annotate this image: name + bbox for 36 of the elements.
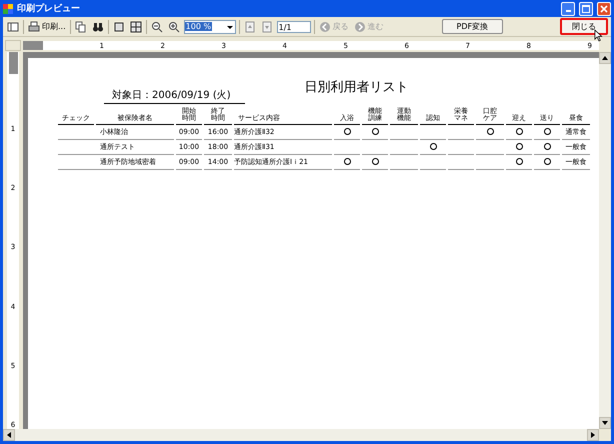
down-page-icon	[260, 20, 273, 32]
right-arrow-icon[interactable]	[591, 432, 595, 438]
copy-icon	[74, 20, 87, 32]
close-button[interactable]: 閉じる	[560, 18, 608, 35]
report-title: 日別利用者リスト	[304, 79, 409, 96]
zoom-dropdown[interactable]: 100 %	[184, 20, 236, 34]
window-title: 印刷プレビュー	[17, 2, 81, 15]
binoculars-icon	[92, 20, 104, 32]
single-page-icon	[112, 20, 125, 32]
ruler-margin-marker	[8, 52, 18, 74]
ruler-corner	[5, 40, 21, 51]
zoom-in-icon	[168, 20, 180, 32]
minimize-button[interactable]	[561, 2, 575, 16]
page-number-field[interactable]: 1/1	[276, 20, 311, 32]
horizontal-scrollbar[interactable]	[3, 429, 599, 441]
print-button[interactable]: 印刷...	[27, 18, 67, 34]
minimize-icon	[566, 10, 570, 12]
pdf-convert-button[interactable]: PDF変換	[442, 19, 504, 34]
maximize-icon	[582, 4, 590, 12]
target-date: 対象日：2006/09/19 (火)	[104, 88, 245, 104]
close-icon	[600, 4, 608, 12]
app-icon	[3, 4, 13, 14]
down-arrow-icon[interactable]	[602, 421, 608, 425]
up-arrow-icon[interactable]	[602, 56, 608, 60]
panel-icon	[7, 20, 19, 32]
zoom-out-icon	[150, 20, 163, 32]
maximize-button[interactable]	[579, 2, 593, 16]
multi-page-button[interactable]	[128, 18, 143, 34]
left-arrow-icon[interactable]	[7, 432, 11, 438]
four-pages-icon	[130, 20, 142, 32]
copy-button[interactable]	[74, 18, 88, 34]
ruler-margin-marker	[23, 41, 43, 50]
up-page-icon	[244, 20, 256, 32]
close-window-button[interactable]	[597, 2, 611, 16]
vertical-scrollbar[interactable]	[599, 52, 611, 429]
printer-icon	[28, 20, 40, 32]
